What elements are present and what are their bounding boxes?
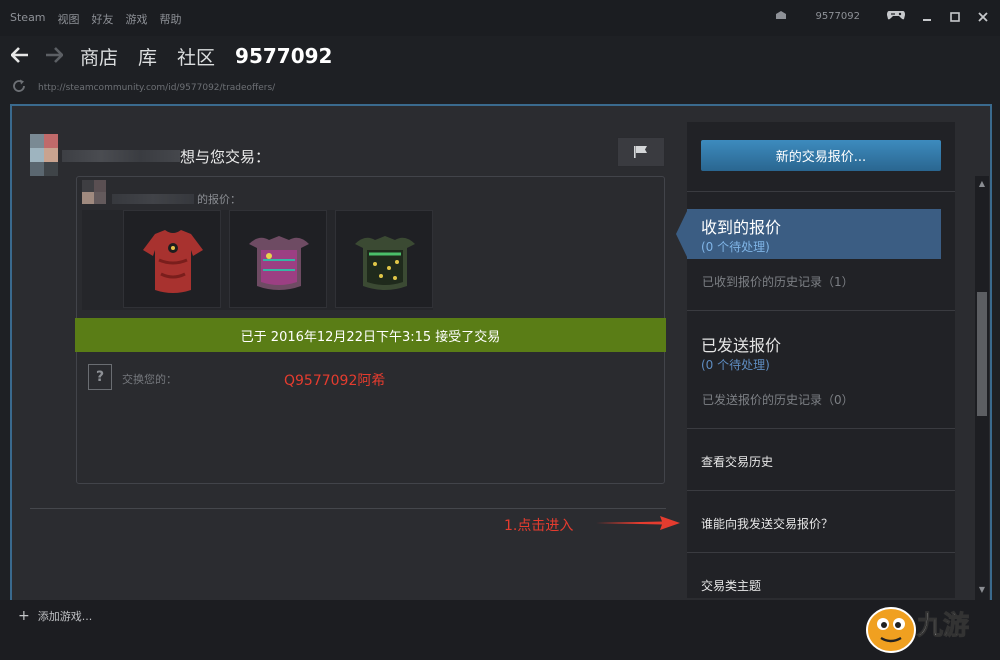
flag-icon: [634, 146, 647, 158]
nav-username[interactable]: 9577092: [235, 44, 332, 68]
sent-pending-count: (0 个待处理): [701, 358, 770, 372]
navigation-bar: 商店 库 社区 9577092: [0, 36, 1000, 76]
trade-topics-link[interactable]: 交易类主题: [701, 577, 761, 594]
report-button[interactable]: [617, 137, 665, 167]
menu-item-help[interactable]: 帮助: [160, 11, 182, 27]
item-slot-red-shirt[interactable]: [123, 210, 221, 308]
red-arrow-icon: [596, 516, 680, 530]
big-picture-icon[interactable]: [886, 9, 906, 24]
received-pending-count: (0 个待处理): [701, 240, 770, 254]
footer-bar: [0, 600, 1000, 660]
trade-accepted-banner: 已于 2016年12月22日下午3:15 接受了交易: [75, 318, 666, 352]
sidebar-divider: [687, 552, 955, 553]
nav-links: 商店 库 社区 9577092: [80, 43, 352, 70]
plus-icon: +: [18, 608, 30, 624]
sidebar-divider: [687, 490, 955, 491]
exchange-label: 交换您的：: [122, 373, 177, 386]
unknown-item-icon: ?: [88, 364, 112, 390]
scroll-up-icon[interactable]: ▲: [975, 176, 989, 190]
menu-item-friends[interactable]: 好友: [92, 11, 114, 27]
item-slot-star-vest[interactable]: [335, 210, 433, 308]
mail-icon[interactable]: [775, 10, 787, 23]
partner-name-blurred: [62, 150, 180, 162]
offer-name-blurred: [112, 194, 194, 204]
offer-label: 的报价：: [197, 193, 241, 206]
pink-vest-icon: [249, 236, 309, 290]
scrollbar-thumb[interactable]: [977, 292, 987, 416]
forward-arrow-icon[interactable]: [42, 44, 66, 69]
nav-community[interactable]: 社区: [177, 43, 215, 70]
sidebar-divider: [687, 428, 955, 429]
who-can-send-link[interactable]: 谁能向我发送交易报价？: [701, 515, 833, 532]
partner-avatar[interactable]: [30, 134, 60, 178]
site-logo-watermark: 九游: [866, 607, 970, 653]
divider: [30, 508, 666, 509]
menu-item-view[interactable]: 视图: [58, 11, 80, 27]
nav-store[interactable]: 商店: [80, 43, 118, 70]
sent-offers-title[interactable]: 已发送报价: [701, 332, 781, 356]
scroll-down-icon[interactable]: ▼: [975, 582, 989, 596]
titlebar-controls: 9577092: [775, 9, 990, 24]
star-vest-icon: [355, 236, 415, 290]
maximize-icon[interactable]: [948, 10, 962, 24]
step-annotation: 1.点击进入: [504, 518, 574, 534]
red-shirt-icon: [143, 230, 203, 293]
close-icon[interactable]: [976, 10, 990, 24]
minimize-icon[interactable]: [920, 10, 934, 24]
item-slot-pink-vest[interactable]: [229, 210, 327, 308]
menu-item-games[interactable]: 游戏: [126, 11, 148, 27]
sent-history-link[interactable]: 已发送报价的历史记录（0）: [702, 391, 854, 408]
add-game-label: 添加游戏...: [37, 610, 93, 623]
new-trade-offer-button[interactable]: 新的交易报价...: [701, 140, 941, 171]
watermark-annotation: Q9577092阿希: [284, 373, 386, 389]
trade-history-link[interactable]: 查看交易历史: [701, 453, 773, 470]
title-bar: Steam 视图 好友 游戏 帮助 9577092: [0, 0, 1000, 36]
menu-item-steam[interactable]: Steam: [10, 11, 46, 27]
svg-text:九游: 九游: [916, 611, 969, 641]
menu-bar: Steam 视图 好友 游戏 帮助: [10, 11, 194, 27]
add-game-button[interactable]: + 添加游戏...: [18, 608, 92, 624]
nav-library[interactable]: 库: [138, 43, 157, 70]
received-history-link[interactable]: 已收到报价的历史记录（1）: [702, 273, 854, 290]
sidebar-divider: [687, 310, 955, 311]
trade-title: 想与您交易：: [180, 148, 271, 166]
reload-icon[interactable]: [12, 79, 28, 97]
url-bar: http://steamcommunity.com/id/9577092/tra…: [0, 78, 1000, 98]
account-name[interactable]: 9577092: [815, 11, 860, 22]
sidebar-divider: [687, 191, 955, 192]
page-url: http://steamcommunity.com/id/9577092/tra…: [38, 83, 276, 93]
received-offers-title[interactable]: 收到的报价: [701, 214, 781, 238]
offer-avatar: [82, 180, 110, 210]
back-arrow-icon[interactable]: [8, 44, 32, 69]
